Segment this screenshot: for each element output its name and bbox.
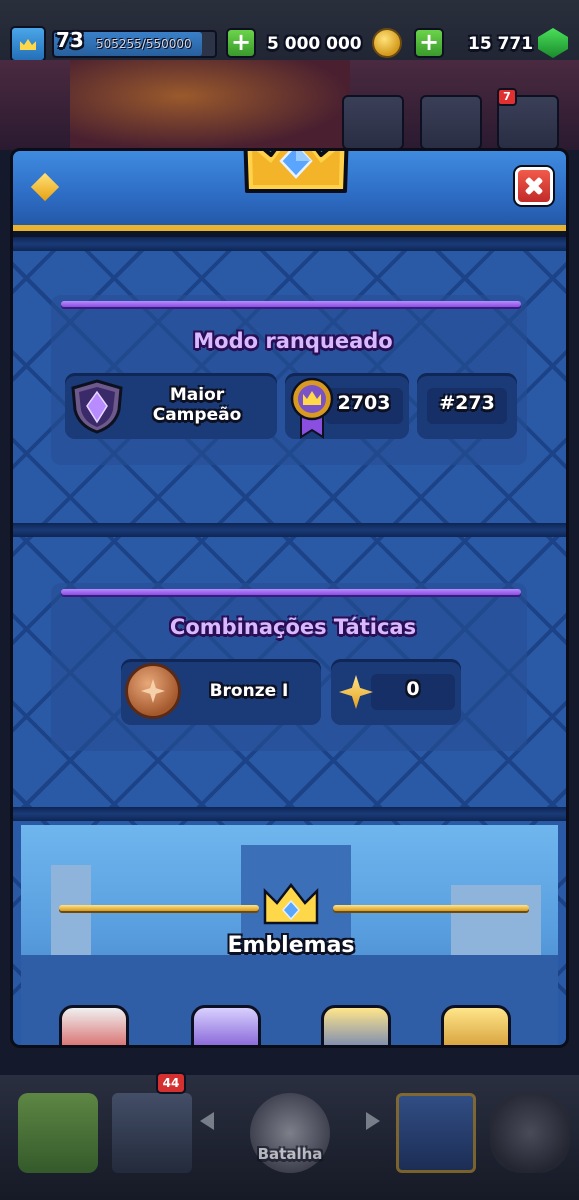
tactics-league-box[interactable]: Bronze I [121,659,321,725]
emblem-badge[interactable] [441,1005,511,1045]
nav-shop[interactable] [18,1093,98,1173]
ranked-title: Modo ranqueado [193,329,393,353]
divider [13,807,566,821]
emblems-title: Emblemas [227,933,355,958]
rank-position: #273 [439,392,495,414]
divider [13,237,566,251]
emblems-title-line-right [333,905,529,911]
add-gems-button[interactable]: + [414,28,444,58]
nav-right-arrow-icon[interactable] [366,1112,380,1130]
path-of-legends-modal: Modo ranqueado Maior Campeão 2703 #273 C… [10,148,569,1048]
emblem-badge[interactable] [321,1005,391,1045]
tactics-points-box[interactable]: 0 [331,659,461,725]
ranked-position-box[interactable]: #273 [417,373,517,439]
diamond-icon [30,172,60,202]
nav-clan[interactable] [396,1093,476,1173]
nav-cards[interactable] [112,1093,192,1173]
ranked-title-line [61,301,521,307]
crown-icon [243,151,349,193]
gold-coin-icon [372,28,402,58]
ranked-trophies-box[interactable]: 2703 [285,373,409,439]
tactics-title-line [61,589,521,595]
close-button[interactable] [515,167,553,205]
menu-notification-badge: 7 [497,88,517,106]
ranked-league-name: Maior Campeão [152,385,242,425]
divider [13,523,566,537]
trophies-count: 2703 [337,392,391,414]
emblem-badge[interactable] [59,1005,129,1045]
add-gold-button[interactable]: + [226,28,256,58]
gem-icon [538,28,568,58]
nav-events[interactable] [490,1093,570,1173]
profile-crown-icon[interactable] [10,26,46,62]
friends-button[interactable] [342,95,404,150]
tactics-title: Combinações Táticas [169,615,417,639]
gold-amount: 5 000 000 [267,34,362,54]
emblems-panel[interactable]: Emblemas [21,825,558,1045]
battle-label: Batalha [257,1145,323,1163]
player-level: 73 [56,28,84,52]
emblems-title-line-left [59,905,259,911]
tactics-league-name: Bronze I [209,681,289,701]
gems-amount: 15 771 [468,34,534,54]
ranked-league-box[interactable]: Maior Campeão [65,373,277,439]
nav-left-arrow-icon[interactable] [200,1112,214,1130]
xp-text: 505255/550000 [96,37,192,51]
star-icon [339,675,373,709]
champion-shield-icon [71,379,123,434]
arena-background [0,60,579,150]
small-crown-icon [263,883,319,925]
arena-banner [70,60,350,150]
bottom-navigation [0,1075,579,1200]
cards-notification-badge: 44 [156,1072,186,1094]
news-button[interactable] [420,95,482,150]
modal-body: Modo ranqueado Maior Campeão 2703 #273 C… [13,237,566,1045]
emblem-badge[interactable] [191,1005,261,1045]
tactics-points: 0 [406,678,420,700]
bronze-medal-icon [125,663,181,719]
